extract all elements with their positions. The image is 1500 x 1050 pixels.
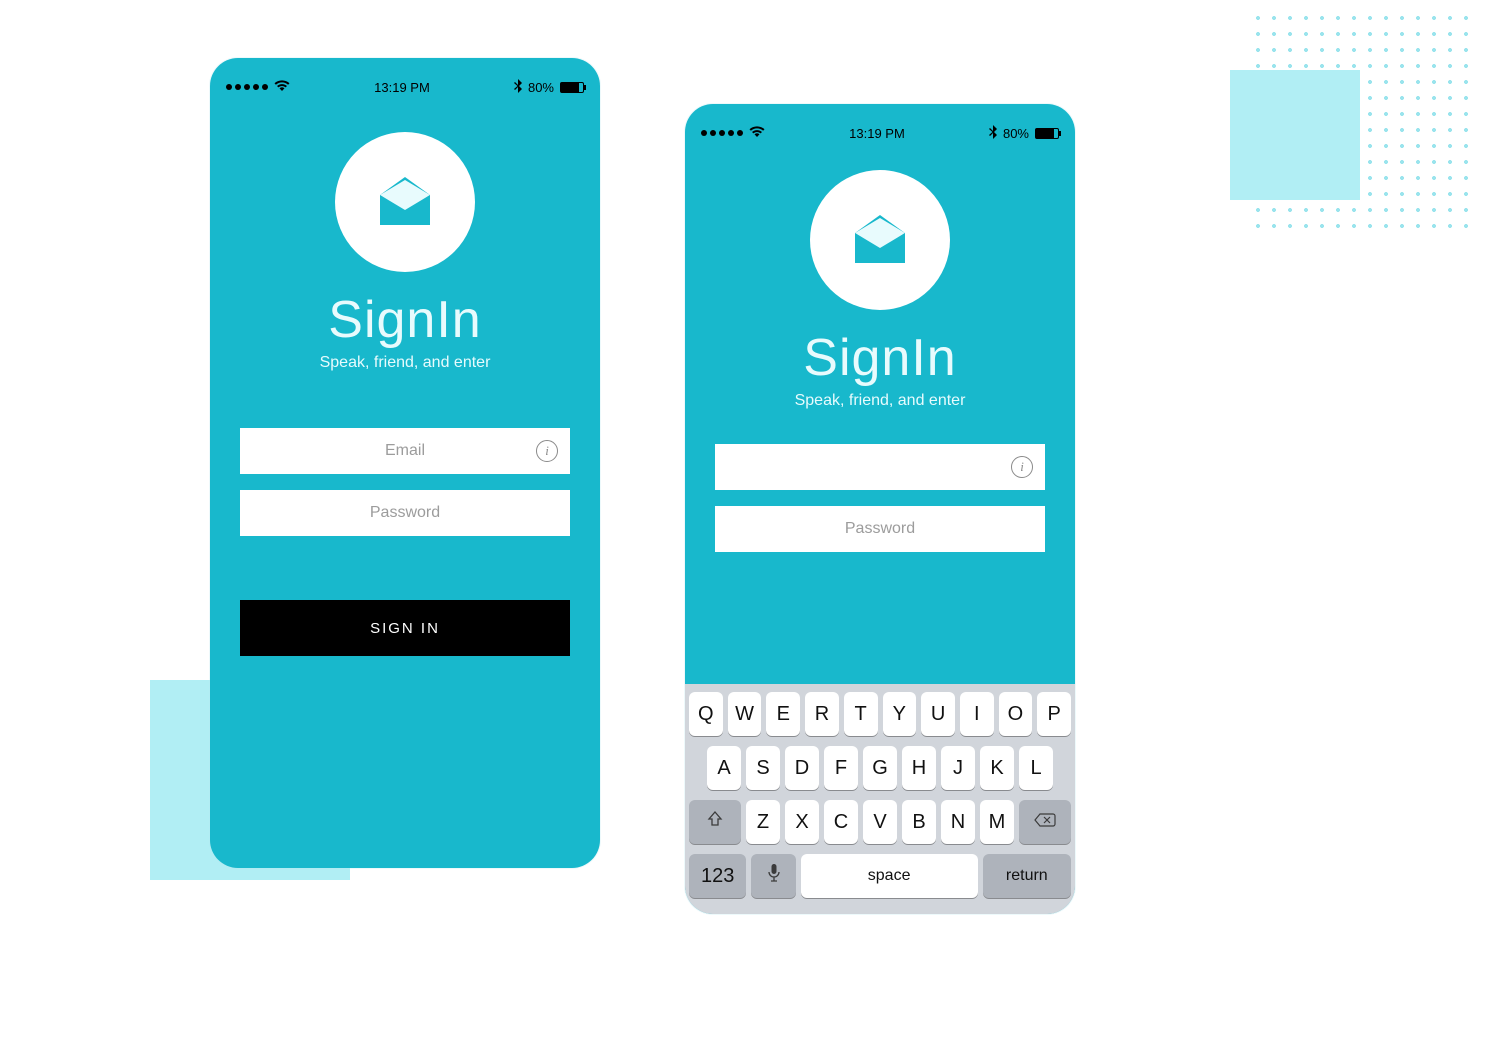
key-mic[interactable] bbox=[751, 854, 795, 898]
decorative-square-small bbox=[1230, 70, 1360, 200]
status-time: 13:19 PM bbox=[849, 126, 905, 141]
status-time: 13:19 PM bbox=[374, 80, 430, 95]
bluetooth-icon bbox=[989, 125, 997, 142]
email-field[interactable] bbox=[240, 428, 570, 474]
key-numeric[interactable]: 123 bbox=[689, 854, 746, 898]
key-i[interactable]: I bbox=[960, 692, 994, 736]
wifi-icon bbox=[749, 126, 765, 141]
signin-button[interactable]: SIGN IN bbox=[240, 600, 570, 656]
battery-pct: 80% bbox=[528, 80, 554, 95]
bluetooth-icon bbox=[514, 79, 522, 96]
envelope-open-icon bbox=[370, 165, 440, 240]
phone-mockup-keyboard: 13:19 PM 80% SignIn Speak, friend, and e… bbox=[685, 104, 1075, 914]
key-a[interactable]: A bbox=[707, 746, 741, 790]
key-p[interactable]: P bbox=[1037, 692, 1071, 736]
envelope-open-icon bbox=[845, 203, 915, 278]
app-title: SignIn bbox=[685, 328, 1075, 388]
info-icon[interactable]: i bbox=[536, 440, 558, 462]
status-bar: 13:19 PM 80% bbox=[210, 58, 600, 102]
password-field-wrap bbox=[715, 506, 1045, 552]
password-field-wrap bbox=[240, 490, 570, 536]
battery-icon bbox=[1035, 128, 1059, 139]
password-field[interactable] bbox=[240, 490, 570, 536]
backspace-icon bbox=[1034, 811, 1056, 834]
key-u[interactable]: U bbox=[921, 692, 955, 736]
key-z[interactable]: Z bbox=[746, 800, 780, 844]
email-field[interactable] bbox=[715, 444, 1045, 490]
keyboard-row-1: QWERTYUIOP bbox=[689, 692, 1071, 736]
key-v[interactable]: V bbox=[863, 800, 897, 844]
app-subtitle: Speak, friend, and enter bbox=[210, 354, 600, 372]
email-field-wrap: i bbox=[715, 444, 1045, 490]
key-shift[interactable] bbox=[689, 800, 741, 844]
key-t[interactable]: T bbox=[844, 692, 878, 736]
key-e[interactable]: E bbox=[766, 692, 800, 736]
key-g[interactable]: G bbox=[863, 746, 897, 790]
key-k[interactable]: K bbox=[980, 746, 1014, 790]
app-subtitle: Speak, friend, and enter bbox=[685, 392, 1075, 410]
key-q[interactable]: Q bbox=[689, 692, 723, 736]
signal-dots-icon bbox=[701, 130, 743, 136]
key-x[interactable]: X bbox=[785, 800, 819, 844]
key-w[interactable]: W bbox=[728, 692, 762, 736]
key-f[interactable]: F bbox=[824, 746, 858, 790]
key-m[interactable]: M bbox=[980, 800, 1014, 844]
app-title: SignIn bbox=[210, 290, 600, 350]
key-s[interactable]: S bbox=[746, 746, 780, 790]
key-n[interactable]: N bbox=[941, 800, 975, 844]
key-y[interactable]: Y bbox=[883, 692, 917, 736]
app-logo-circle bbox=[335, 132, 475, 272]
signal-dots-icon bbox=[226, 84, 268, 90]
keyboard-row-2: ASDFGHJKL bbox=[689, 746, 1071, 790]
key-b[interactable]: B bbox=[902, 800, 936, 844]
shift-icon bbox=[706, 810, 724, 834]
keyboard-row-4: 123 space return bbox=[689, 854, 1071, 898]
info-icon[interactable]: i bbox=[1011, 456, 1033, 478]
battery-pct: 80% bbox=[1003, 126, 1029, 141]
key-d[interactable]: D bbox=[785, 746, 819, 790]
password-field[interactable] bbox=[715, 506, 1045, 552]
wifi-icon bbox=[274, 80, 290, 95]
key-c[interactable]: C bbox=[824, 800, 858, 844]
phone-mockup-initial: 13:19 PM 80% SignIn Speak, friend, and e… bbox=[210, 58, 600, 868]
key-r[interactable]: R bbox=[805, 692, 839, 736]
onscreen-keyboard: QWERTYUIOP ASDFGHJKL ZXCVBNM 123 space r… bbox=[685, 684, 1075, 914]
key-space[interactable]: space bbox=[801, 854, 978, 898]
key-j[interactable]: J bbox=[941, 746, 975, 790]
battery-icon bbox=[560, 82, 584, 93]
keyboard-row-3: ZXCVBNM bbox=[689, 800, 1071, 844]
microphone-icon bbox=[767, 863, 781, 889]
app-logo-circle bbox=[810, 170, 950, 310]
key-return[interactable]: return bbox=[983, 854, 1071, 898]
key-backspace[interactable] bbox=[1019, 800, 1071, 844]
key-l[interactable]: L bbox=[1019, 746, 1053, 790]
key-h[interactable]: H bbox=[902, 746, 936, 790]
email-field-wrap: i bbox=[240, 428, 570, 474]
status-bar: 13:19 PM 80% bbox=[685, 104, 1075, 148]
key-o[interactable]: O bbox=[999, 692, 1033, 736]
